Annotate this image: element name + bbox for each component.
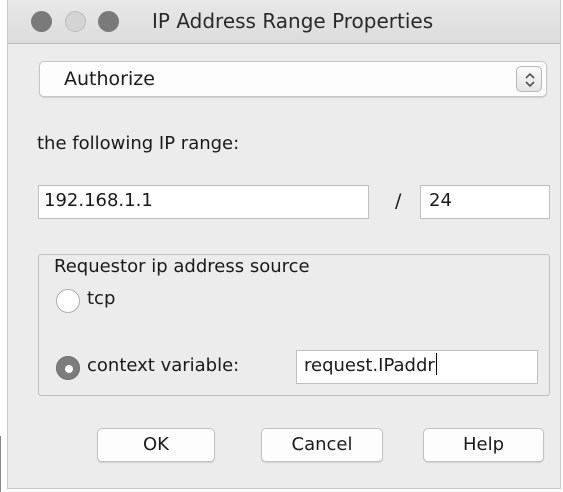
tcp-radio-label[interactable]: tcp — [87, 288, 115, 309]
up-down-chevron-icon[interactable] — [516, 66, 542, 92]
minimize-icon[interactable] — [65, 11, 86, 32]
background-window-edge — [0, 436, 7, 492]
prefix-length-input[interactable]: 24 — [420, 185, 550, 219]
title-bar[interactable]: IP Address Range Properties — [8, 0, 560, 44]
range-separator: / — [395, 190, 402, 212]
context-variable-input[interactable]: request.IPaddr — [296, 350, 538, 384]
context-variable-value: request.IPaddr — [304, 355, 435, 376]
close-icon[interactable] — [31, 11, 52, 32]
tcp-radio[interactable] — [56, 289, 80, 313]
mode-select-value: Authorize — [64, 68, 155, 90]
context-variable-radio-label[interactable]: context variable: — [87, 355, 239, 376]
text-caret — [435, 353, 437, 375]
requestor-source-legend: Requestor ip address source — [52, 256, 312, 277]
radio-selected-dot — [65, 365, 73, 373]
mode-select[interactable]: Authorize — [39, 61, 547, 97]
help-button[interactable]: Help — [423, 428, 544, 462]
ip-range-label: the following IP range: — [37, 133, 240, 154]
window-title: IP Address Range Properties — [152, 9, 434, 33]
context-variable-radio[interactable] — [56, 356, 80, 380]
maximize-icon[interactable] — [98, 11, 119, 32]
ip-address-input[interactable]: 192.168.1.1 — [38, 185, 369, 219]
cancel-button[interactable]: Cancel — [261, 428, 383, 462]
ok-button[interactable]: OK — [97, 428, 215, 462]
